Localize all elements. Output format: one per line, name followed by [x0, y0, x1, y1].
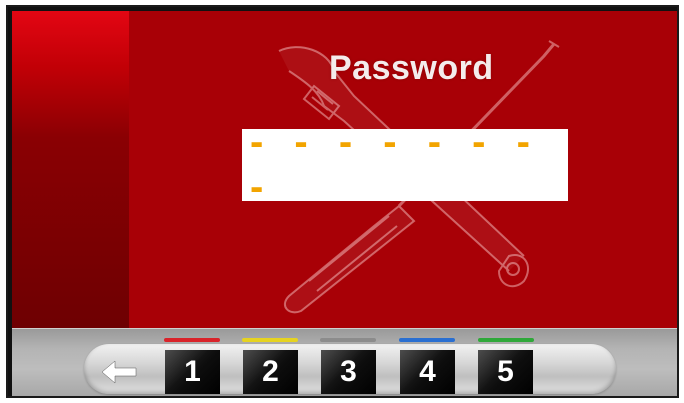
key-4[interactable]: 4 — [400, 350, 455, 394]
key-1-label: 1 — [184, 355, 201, 388]
password-panel: Password - - - - - - - - — [129, 11, 677, 328]
back-button[interactable] — [92, 351, 147, 393]
key-2-label: 2 — [262, 355, 279, 388]
indicator-5 — [478, 338, 534, 342]
device-screen: Password - - - - - - - - 1 2 3 4 5 — [6, 5, 679, 398]
indicator-1 — [164, 338, 220, 342]
password-mask: - - - - - - - - — [250, 120, 540, 209]
password-field[interactable]: - - - - - - - - — [242, 120, 568, 209]
key-2[interactable]: 2 — [243, 350, 298, 394]
key-3-label: 3 — [340, 355, 357, 388]
left-side-panel — [12, 11, 129, 328]
keypad-bar: 1 2 3 4 5 — [12, 328, 677, 396]
key-5-label: 5 — [497, 355, 514, 388]
key-5[interactable]: 5 — [478, 350, 533, 394]
page-title: Password — [329, 49, 494, 87]
indicator-4 — [399, 338, 455, 342]
indicator-2 — [242, 338, 298, 342]
indicator-3 — [320, 338, 376, 342]
arrow-left-icon — [101, 360, 136, 384]
key-1[interactable]: 1 — [165, 350, 220, 394]
key-4-label: 4 — [419, 355, 436, 388]
key-3[interactable]: 3 — [321, 350, 376, 394]
